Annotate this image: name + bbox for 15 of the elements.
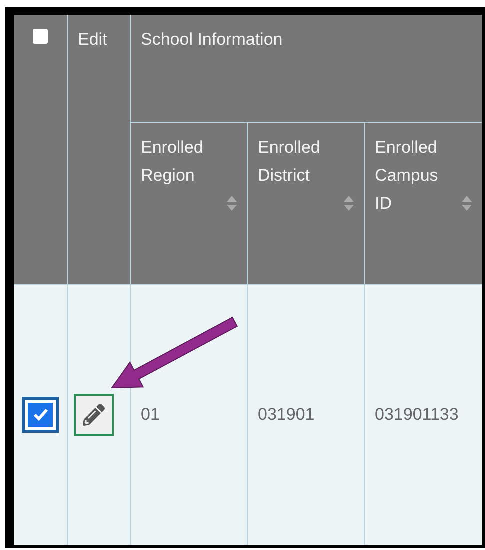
pencil-icon [83, 404, 105, 426]
select-all-checkbox[interactable] [33, 29, 48, 44]
table-cell: 031901133 [375, 405, 459, 425]
row-checkbox[interactable] [22, 397, 59, 433]
column-header[interactable]: Enrolled Region [141, 134, 204, 190]
table-cell: 01 [141, 405, 160, 425]
group-header: School Information [141, 29, 283, 51]
sort-icon[interactable] [344, 196, 354, 212]
checkmark-icon [32, 408, 48, 422]
column-header: Edit [78, 29, 108, 51]
table-cell: 031901 [258, 405, 315, 425]
edit-button[interactable] [74, 394, 114, 436]
column-header[interactable]: Enrolled District [258, 134, 320, 190]
sort-icon[interactable] [227, 196, 237, 212]
sort-icon[interactable] [462, 196, 472, 212]
